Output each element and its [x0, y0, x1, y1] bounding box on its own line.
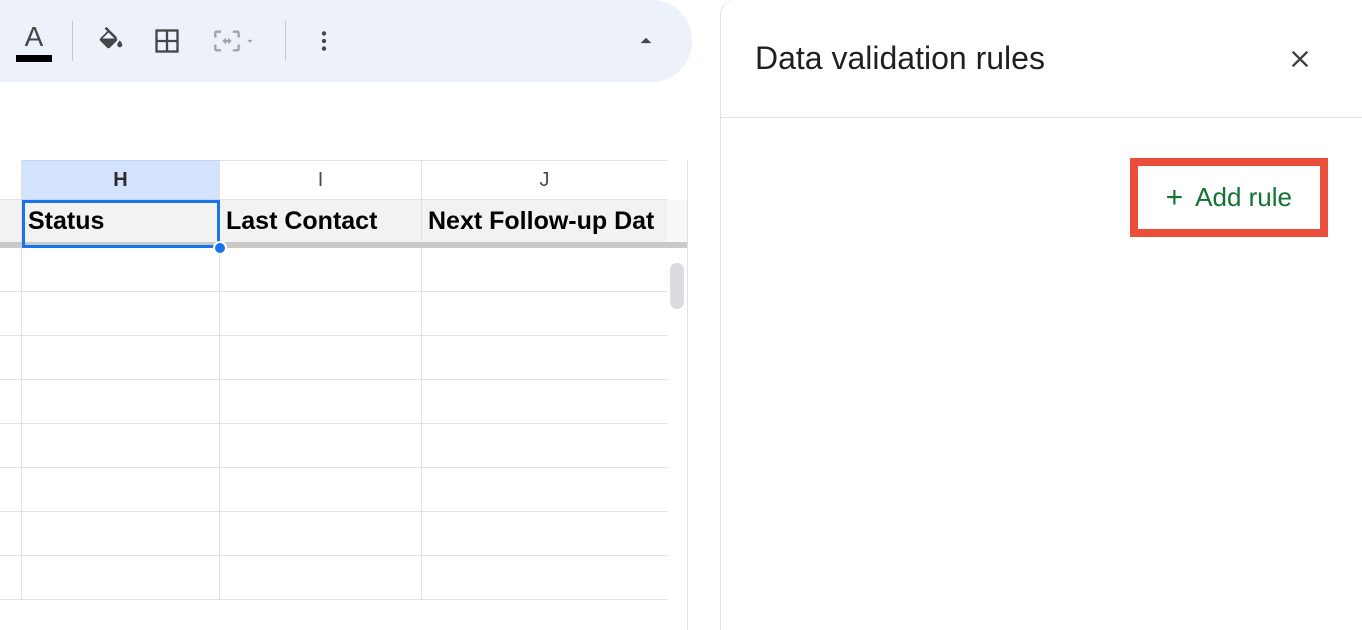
cell[interactable] [422, 424, 667, 468]
more-vertical-icon [311, 28, 337, 54]
cell[interactable] [22, 248, 220, 292]
cell-h-header[interactable]: Status [22, 200, 220, 242]
cell[interactable] [22, 380, 220, 424]
cell[interactable] [422, 248, 667, 292]
vertical-scrollbar-thumb[interactable] [670, 263, 684, 309]
row-number[interactable] [0, 248, 22, 292]
fill-color-icon [96, 26, 126, 56]
cell-i-header[interactable]: Last Contact [220, 200, 422, 242]
panel-body: + Add rule [721, 118, 1362, 277]
row-number[interactable] [0, 200, 22, 242]
text-color-swatch [16, 55, 52, 62]
data-validation-panel: Data validation rules + Add rule [721, 0, 1362, 630]
table-row [0, 556, 687, 600]
cell[interactable] [220, 556, 422, 600]
collapse-toolbar-button[interactable] [618, 13, 674, 69]
tutorial-highlight: + Add rule [1130, 158, 1328, 237]
toolbar-separator [72, 21, 73, 61]
row-number[interactable] [0, 380, 22, 424]
spreadsheet-grid[interactable]: H I J Status Last Contact Next Follow-up… [0, 160, 688, 630]
text-color-icon: A [25, 21, 44, 53]
row-number[interactable] [0, 556, 22, 600]
add-rule-label: Add rule [1195, 182, 1292, 213]
borders-button[interactable] [139, 13, 195, 69]
cell[interactable] [22, 292, 220, 336]
row-number[interactable] [0, 336, 22, 380]
cell[interactable] [220, 424, 422, 468]
table-row [0, 424, 687, 468]
merge-cells-icon [213, 27, 241, 55]
add-rule-button[interactable]: + Add rule [1156, 174, 1302, 221]
chevron-up-icon [633, 28, 659, 54]
more-options-button[interactable] [296, 13, 352, 69]
chevron-down-icon [243, 34, 257, 48]
close-icon [1286, 45, 1314, 73]
formatting-toolbar: A [0, 0, 692, 82]
cell[interactable] [422, 468, 667, 512]
table-row [0, 380, 687, 424]
table-row [0, 336, 687, 380]
cell[interactable] [220, 248, 422, 292]
toolbar-separator [285, 21, 286, 61]
cell-j-header[interactable]: Next Follow-up Dat [422, 200, 667, 242]
selection-fill-handle[interactable] [213, 241, 227, 255]
cell[interactable] [220, 380, 422, 424]
column-header-j[interactable]: J [422, 160, 667, 200]
cell[interactable] [22, 556, 220, 600]
borders-icon [153, 27, 181, 55]
table-row [0, 512, 687, 556]
corner-cell[interactable] [0, 160, 22, 200]
table-row [0, 248, 687, 292]
column-header-h[interactable]: H [22, 160, 220, 200]
header-data-row: Status Last Contact Next Follow-up Dat [0, 200, 687, 248]
cell[interactable] [220, 468, 422, 512]
cell[interactable] [22, 336, 220, 380]
row-number[interactable] [0, 512, 22, 556]
cell[interactable] [422, 512, 667, 556]
cell[interactable] [422, 556, 667, 600]
cell[interactable] [422, 292, 667, 336]
cell[interactable] [220, 512, 422, 556]
column-header-row: H I J [0, 160, 687, 200]
cell[interactable] [422, 336, 667, 380]
cell[interactable] [22, 424, 220, 468]
table-row [0, 292, 687, 336]
plus-icon: + [1166, 183, 1184, 213]
column-header-i[interactable]: I [220, 160, 422, 200]
cell[interactable] [422, 380, 667, 424]
cell[interactable] [220, 336, 422, 380]
merge-cells-button[interactable] [195, 13, 275, 69]
close-panel-button[interactable] [1282, 41, 1318, 77]
cell[interactable] [22, 468, 220, 512]
row-number[interactable] [0, 468, 22, 512]
fill-color-button[interactable] [83, 13, 139, 69]
row-number[interactable] [0, 292, 22, 336]
panel-header: Data validation rules [721, 0, 1362, 118]
cell[interactable] [220, 292, 422, 336]
panel-title: Data validation rules [755, 40, 1045, 77]
cell[interactable] [22, 512, 220, 556]
text-color-button[interactable]: A [6, 13, 62, 69]
table-row [0, 468, 687, 512]
row-number[interactable] [0, 424, 22, 468]
